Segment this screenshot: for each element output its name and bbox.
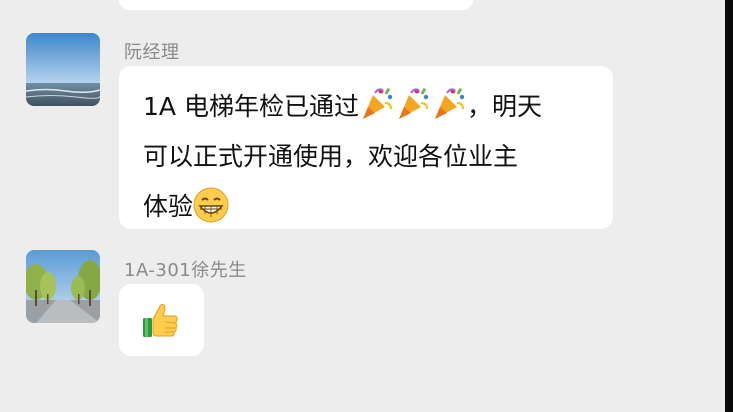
avatar[interactable] (26, 250, 100, 323)
message-line: 可以正式开通使用，欢迎各位业主 (143, 142, 519, 171)
grinning-face-icon (193, 187, 229, 223)
previous-message-bubble[interactable] (119, 0, 473, 10)
sea-horizon-avatar (26, 33, 100, 106)
message-bubble[interactable] (119, 284, 204, 356)
party-popper-icon (434, 87, 465, 119)
party-popper-icon (362, 87, 393, 119)
thumbs-up-icon (143, 303, 178, 337)
tree-lined-road-avatar (26, 250, 100, 323)
message-line: 1A 电梯年检已通过 ，明天 (143, 82, 595, 132)
avatar[interactable] (26, 33, 100, 106)
party-popper-icon (398, 87, 429, 119)
sender-name: 1A-301徐先生 (124, 260, 247, 281)
chat-window: 阮经理 1A 电梯年检已通过 ，明天 可以正式开通使用，欢迎各位业主 体验 1A… (0, 0, 733, 412)
message-text-line1: 1A 电梯年检已通过 (143, 92, 359, 121)
message-bubble[interactable]: 1A 电梯年检已通过 ，明天 可以正式开通使用，欢迎各位业主 体验 (119, 66, 613, 229)
sender-name: 阮经理 (124, 42, 180, 63)
scrollbar[interactable] (725, 0, 733, 412)
message-text-line1-tail: ，明天 (466, 92, 542, 121)
message-text: 1A 电梯年检已通过 ，明天 可以正式开通使用，欢迎各位业主 体验 (143, 82, 595, 232)
message-text-line3: 体验 (143, 192, 194, 221)
message-line: 体验 (143, 182, 595, 232)
